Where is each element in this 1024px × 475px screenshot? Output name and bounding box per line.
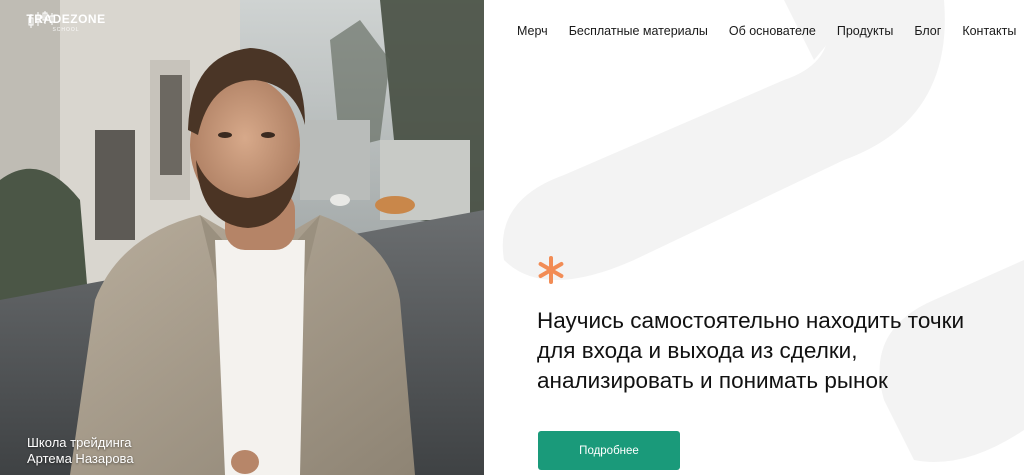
- asterisk-icon: [538, 256, 564, 284]
- caption-line-1: Школа трейдинга: [27, 435, 132, 450]
- nav-item-contacts[interactable]: Контакты: [962, 24, 1016, 38]
- landing-page: TRADEZONE SCHOOL Школа трейдинга Артема …: [0, 0, 1024, 475]
- brand-logo[interactable]: TRADEZONE SCHOOL: [26, 10, 106, 66]
- nav-item-blog[interactable]: Блог: [914, 24, 941, 38]
- nav-item-products[interactable]: Продукты: [837, 24, 893, 38]
- caption-line-2: Артема Назарова: [27, 451, 134, 466]
- nav-item-about-founder[interactable]: Об основателе: [729, 24, 816, 38]
- photo-illustration: [0, 0, 484, 475]
- headline-line-2: для входа и выхода из сделки,: [537, 338, 858, 363]
- founder-photo: TRADEZONE SCHOOL Школа трейдинга Артема …: [0, 0, 484, 475]
- brand-sub: SCHOOL: [52, 27, 80, 33]
- hero-content: Мерч Бесплатные материалы Об основателе …: [484, 0, 1024, 475]
- nav-item-free-materials[interactable]: Бесплатные материалы: [569, 24, 708, 38]
- nav-item-merch[interactable]: Мерч: [517, 24, 548, 38]
- photo-caption: Школа трейдинга Артема Назарова: [27, 435, 134, 467]
- hero-headline: Научись самостоятельно находить точки дл…: [537, 306, 1007, 396]
- main-nav: Мерч Бесплатные материалы Об основателе …: [517, 24, 1016, 38]
- learn-more-button[interactable]: Подробнее: [538, 431, 680, 470]
- headline-line-3: анализировать и понимать рынок: [537, 368, 888, 393]
- background-z-shape: [502, 0, 1024, 462]
- headline-line-1: Научись самостоятельно находить точки: [537, 308, 965, 333]
